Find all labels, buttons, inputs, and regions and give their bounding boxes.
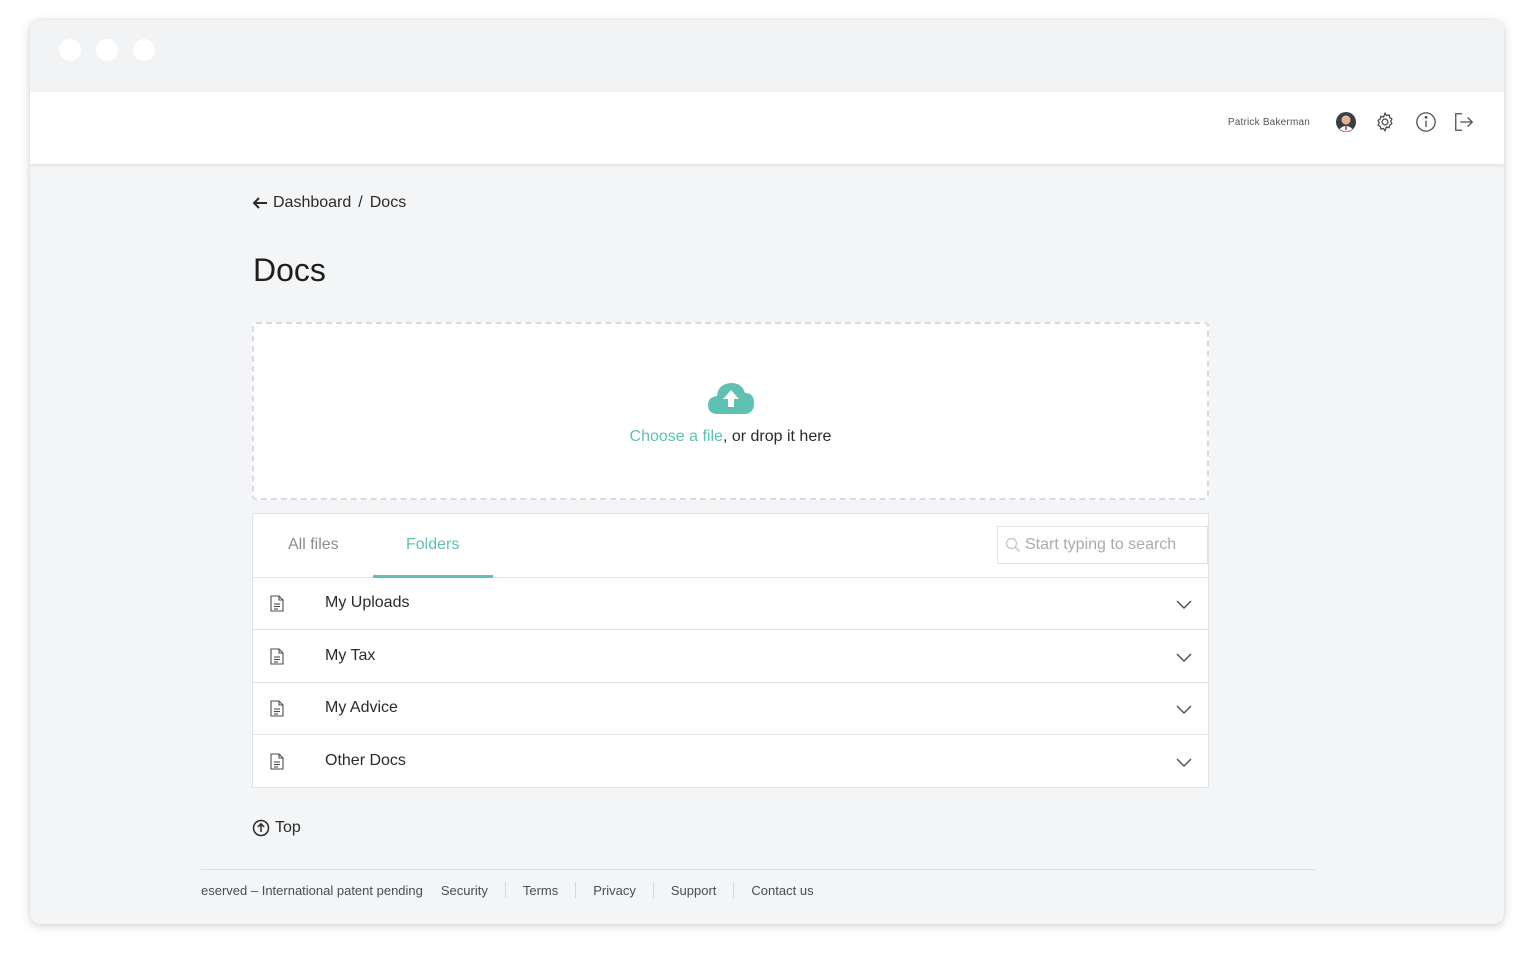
tab-bar: All files Folders bbox=[253, 514, 1208, 578]
footer-separator bbox=[733, 882, 735, 898]
breadcrumb-current: Docs bbox=[369, 194, 407, 211]
folder-row-my-uploads[interactable]: My Uploads bbox=[253, 578, 1208, 630]
chevron-down-icon[interactable] bbox=[1176, 755, 1192, 773]
footer-copyright: eserved – International patent pending bbox=[201, 882, 423, 898]
chevron-down-icon[interactable] bbox=[1176, 650, 1192, 668]
tab-folders[interactable]: Folders bbox=[406, 536, 459, 554]
dropzone-text: Choose a file, or drop it here bbox=[254, 428, 1207, 446]
breadcrumb-dashboard-link[interactable]: Dashboard bbox=[273, 194, 351, 212]
document-icon bbox=[270, 700, 284, 722]
folder-label: My Uploads bbox=[325, 594, 410, 611]
chevron-down-icon[interactable] bbox=[1176, 597, 1192, 615]
footer-link-security[interactable]: Security bbox=[441, 883, 488, 898]
back-to-top-link[interactable]: Top bbox=[252, 819, 301, 837]
search-box[interactable] bbox=[997, 526, 1208, 564]
browser-window: Patrick Bakerman Dashboard / Docs Docs C… bbox=[30, 20, 1504, 924]
user-name: Patrick Bakerman bbox=[1227, 117, 1310, 128]
folder-label: My Advice bbox=[325, 699, 398, 716]
avatar-icon[interactable] bbox=[1334, 110, 1358, 134]
document-icon bbox=[270, 595, 284, 617]
search-icon bbox=[1005, 537, 1021, 553]
chevron-down-icon[interactable] bbox=[1176, 702, 1192, 720]
page-title: Docs bbox=[253, 252, 326, 288]
footer-separator bbox=[652, 882, 654, 898]
document-icon bbox=[270, 648, 284, 670]
documents-panel: All files Folders My Upload bbox=[252, 513, 1209, 788]
footer-link-terms[interactable]: Terms bbox=[523, 883, 558, 898]
folder-row-my-advice[interactable]: My Advice bbox=[253, 683, 1208, 735]
choose-file-link[interactable]: Choose a file bbox=[630, 428, 723, 445]
drop-hint-text: , or drop it here bbox=[722, 428, 832, 445]
file-dropzone[interactable]: Choose a file, or drop it here bbox=[252, 322, 1209, 500]
folder-label: My Tax bbox=[325, 647, 376, 664]
breadcrumb: Dashboard / Docs bbox=[252, 194, 406, 212]
arrow-up-circle-icon bbox=[252, 819, 270, 837]
footer-divider bbox=[201, 869, 1315, 870]
folder-label: Other Docs bbox=[325, 752, 406, 769]
folder-row-my-tax[interactable]: My Tax bbox=[253, 631, 1208, 683]
folder-row-other-docs[interactable]: Other Docs bbox=[253, 736, 1208, 788]
app-header: Patrick Bakerman bbox=[30, 92, 1504, 164]
footer-separator bbox=[504, 882, 506, 898]
breadcrumb-separator: / bbox=[358, 194, 363, 211]
info-icon[interactable] bbox=[1414, 110, 1438, 134]
window-maximize-dot[interactable] bbox=[133, 39, 155, 61]
arrow-left-icon[interactable] bbox=[252, 196, 268, 210]
tab-all-files[interactable]: All files bbox=[288, 536, 339, 554]
window-titlebar bbox=[30, 20, 1504, 92]
window-minimize-dot[interactable] bbox=[96, 39, 118, 61]
gear-icon[interactable] bbox=[1373, 110, 1397, 134]
top-link-label: Top bbox=[275, 819, 301, 836]
footer-link-contact[interactable]: Contact us bbox=[751, 883, 813, 898]
logout-icon[interactable] bbox=[1452, 110, 1476, 134]
footer: eserved – International patent pending S… bbox=[201, 882, 814, 898]
window-close-dot[interactable] bbox=[59, 39, 81, 61]
footer-link-privacy[interactable]: Privacy bbox=[593, 883, 636, 898]
footer-link-support[interactable]: Support bbox=[671, 883, 717, 898]
cloud-upload-icon bbox=[706, 378, 756, 421]
footer-separator bbox=[575, 882, 577, 898]
document-icon bbox=[270, 753, 284, 775]
search-input[interactable] bbox=[1025, 536, 1200, 554]
